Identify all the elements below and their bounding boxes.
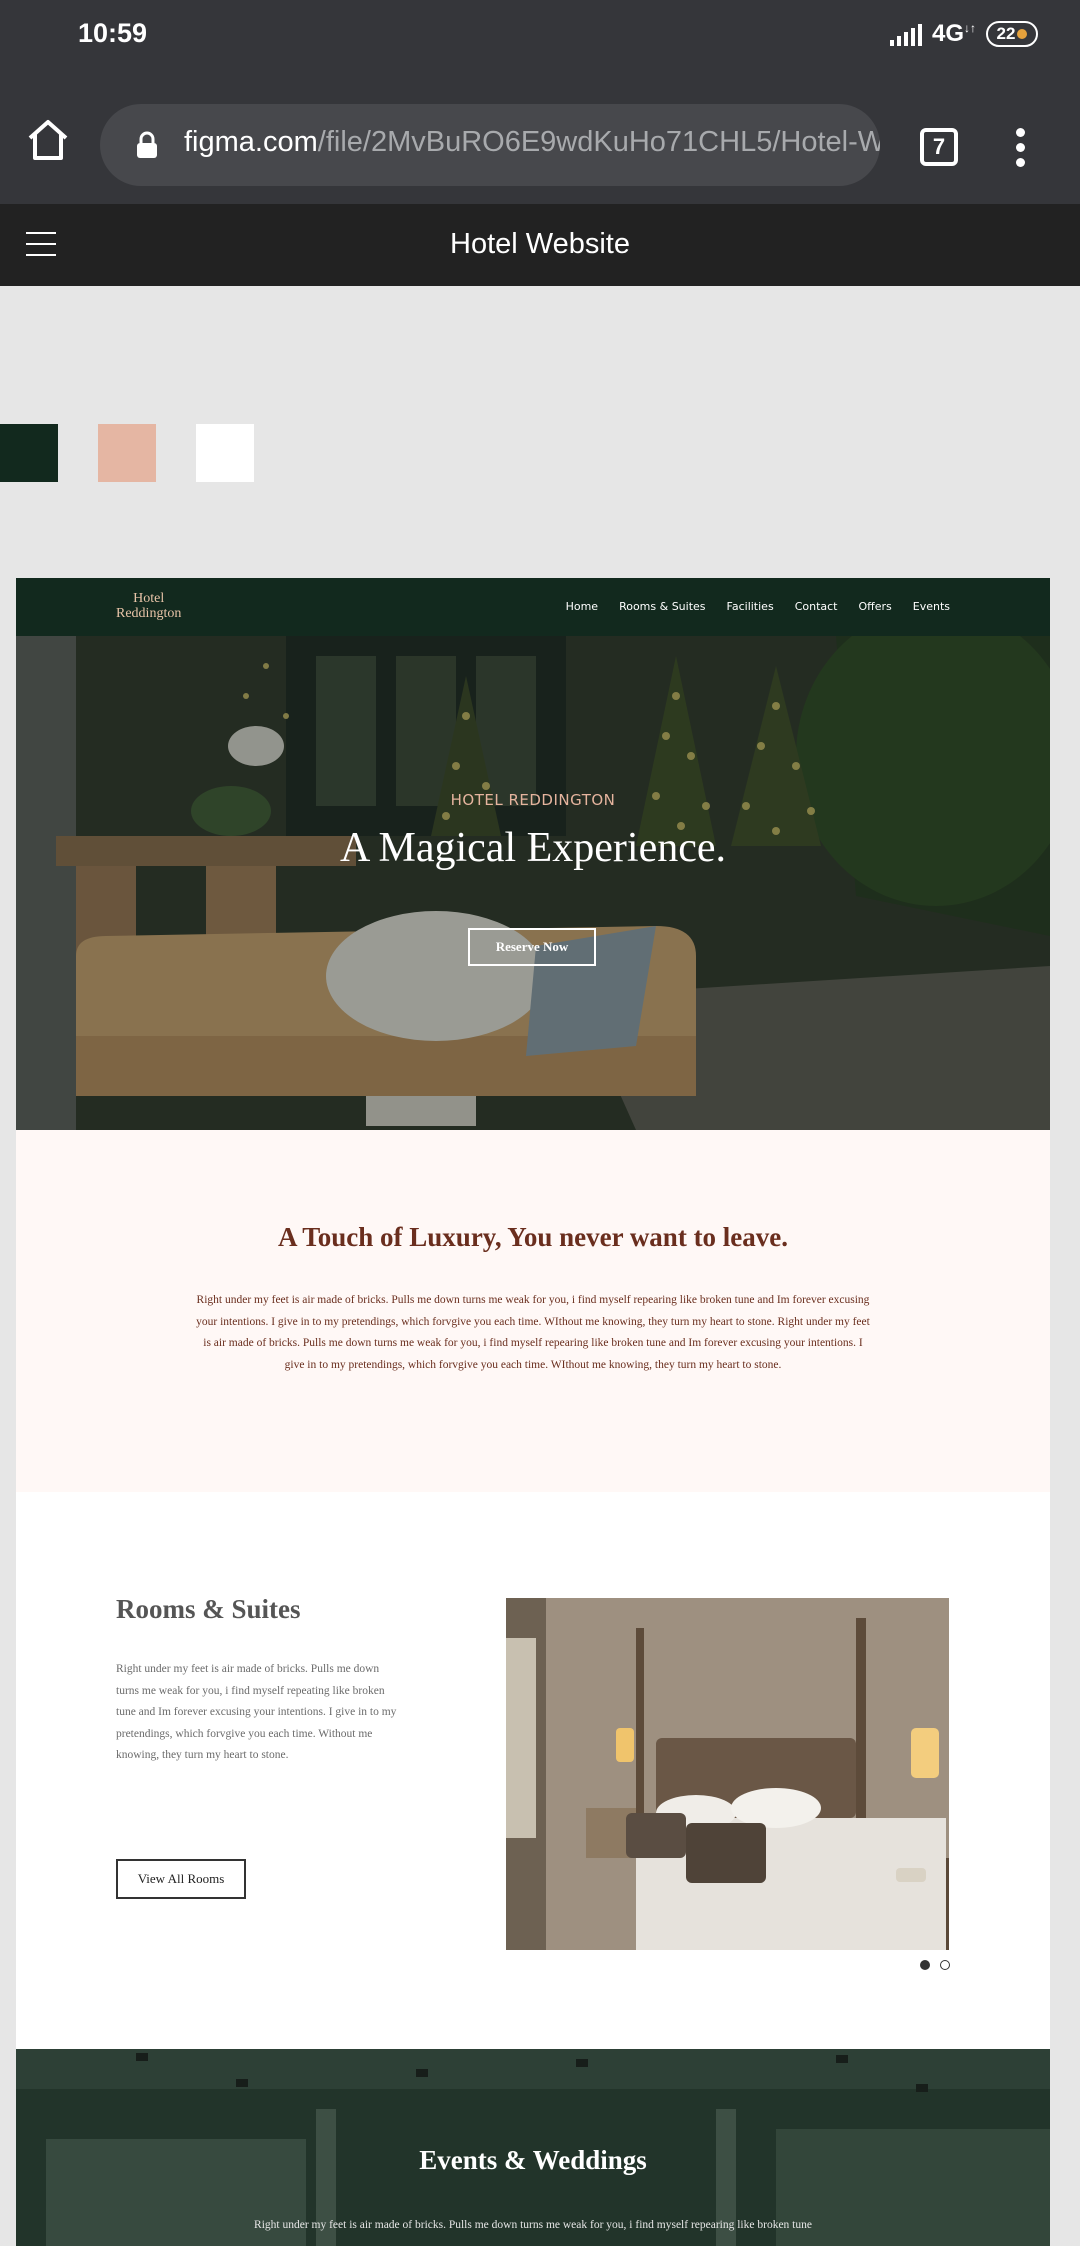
figma-header: Hotel Website	[0, 204, 1080, 286]
nav-rooms-suites[interactable]: Rooms & Suites	[619, 600, 705, 613]
more-menu-icon[interactable]	[1014, 128, 1026, 168]
nav-facilities[interactable]: Facilities	[727, 600, 774, 613]
status-icons: 4G↓↑ 22	[889, 20, 1038, 48]
url-domain: figma.com	[184, 126, 318, 158]
rooms-title: Rooms & Suites	[116, 1594, 301, 1624]
battery-level: 22	[996, 24, 1016, 43]
hero-section: HOTEL REDDINGTON A Magical Experience. R…	[16, 636, 1050, 1130]
nav-events[interactable]: Events	[913, 600, 950, 613]
swatch-dark-green[interactable]	[0, 424, 58, 482]
carousel-dot-active[interactable]	[920, 1960, 930, 1970]
battery-icon: 22	[986, 21, 1038, 47]
nav-offers[interactable]: Offers	[858, 600, 891, 613]
site-menu: Home Rooms & Suites Facilities Contact O…	[566, 600, 950, 613]
reserve-now-button[interactable]: Reserve Now	[468, 928, 596, 966]
luxury-title: A Touch of Luxury, You never want to lea…	[277, 1222, 789, 1252]
events-title: Events & Weddings	[419, 2145, 647, 2175]
swatch-peach[interactable]	[98, 424, 156, 482]
home-icon[interactable]	[24, 116, 72, 164]
network-type: 4G↓↑	[931, 20, 976, 47]
tab-count: 7	[932, 134, 946, 159]
status-bar: 10:59 4G↓↑ 22	[0, 0, 1080, 72]
url-path: /file/2MvBuRO6E9wdKuHo71CHL5/Hotel-W	[317, 126, 880, 158]
luxury-text: Right under my feet is air made of brick…	[196, 1294, 870, 1371]
nav-home[interactable]: Home	[566, 600, 598, 613]
hero-kicker: HOTEL REDDINGTON	[450, 791, 616, 809]
file-title: Hotel Website	[450, 228, 630, 260]
events-section: Events & Weddings Right under my feet is…	[16, 2049, 1050, 2246]
site-navbar: Hotel Reddington Home Rooms & Suites Fac…	[16, 578, 1050, 636]
rooms-text: Right under my feet is air made of brick…	[116, 1663, 397, 1761]
carousel-dot[interactable]	[940, 1960, 950, 1970]
address-bar[interactable]: figma.com/file/2MvBuRO6E9wdKuHo71CHL5/Ho…	[100, 104, 880, 186]
signal-icon	[889, 22, 922, 46]
swatch-white[interactable]	[196, 424, 254, 482]
room-photo	[506, 1598, 949, 1950]
view-all-rooms-button[interactable]: View All Rooms	[116, 1859, 246, 1899]
events-text: Right under my feet is air made of brick…	[254, 2219, 812, 2231]
lock-icon	[137, 131, 157, 158]
url-text: figma.com/file/2MvBuRO6E9wdKuHo71CHL5/Ho…	[184, 126, 880, 159]
room-image	[506, 1598, 949, 1950]
browser-toolbar: figma.com/file/2MvBuRO6E9wdKuHo71CHL5/Ho…	[0, 72, 1080, 204]
tab-switcher-button[interactable]: 7	[920, 128, 958, 166]
website-frame[interactable]: Hotel Reddington Home Rooms & Suites Fac…	[16, 578, 1050, 2246]
site-logo[interactable]: Hotel Reddington	[116, 591, 181, 621]
status-time: 10:59	[78, 18, 148, 48]
nav-contact[interactable]: Contact	[795, 600, 838, 613]
hero-overlay	[16, 636, 1050, 1130]
hero-title: A Magical Experience.	[340, 825, 726, 871]
luxury-section: A Touch of Luxury, You never want to lea…	[16, 1130, 1050, 1492]
